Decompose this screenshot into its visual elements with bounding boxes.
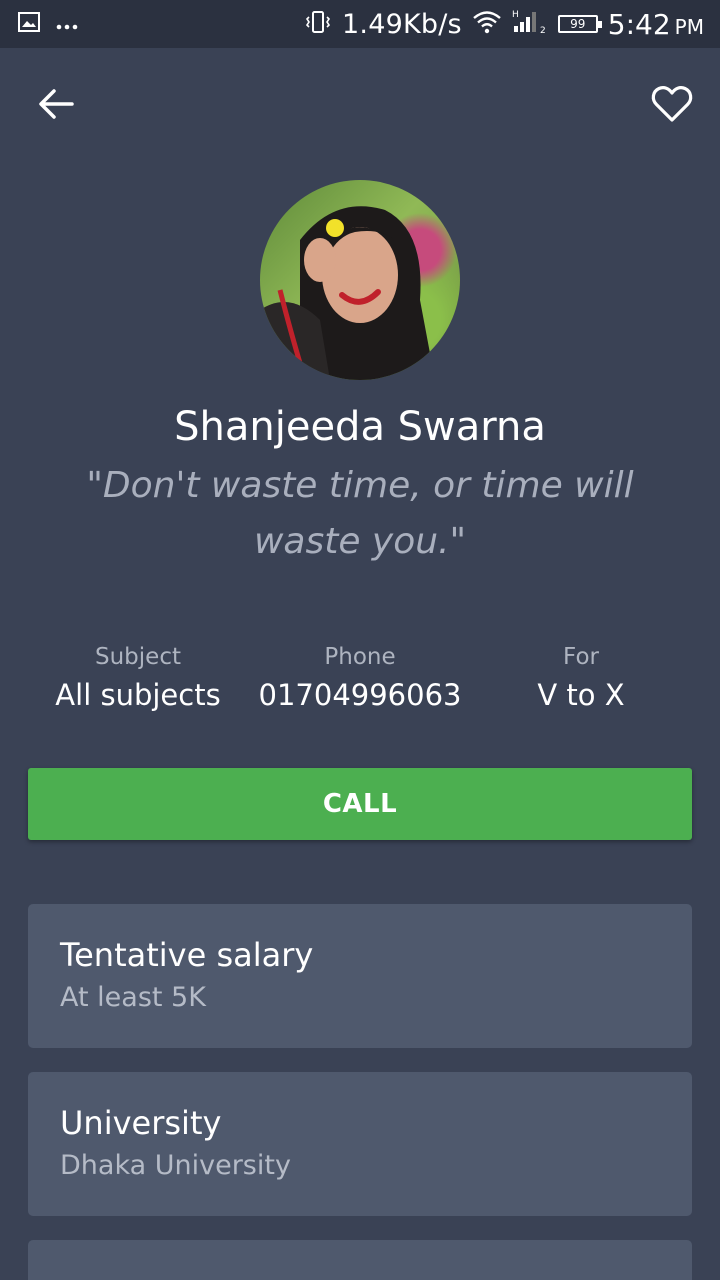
image-icon [18, 12, 40, 36]
more-dots-icon [56, 15, 78, 34]
clock-ampm: PM [674, 14, 704, 39]
card-tentative-salary: Tentative salary At least 5K [28, 904, 692, 1048]
card-partial [28, 1240, 692, 1280]
detail-subject: Subject All subjects [18, 644, 258, 712]
avatar [260, 180, 460, 380]
back-button[interactable] [32, 82, 80, 130]
card-value: At least 5K [60, 982, 206, 1013]
battery-icon: 99 [557, 15, 602, 33]
profile-name: Shanjeeda Swarna [174, 404, 546, 450]
signal-icon: H2 [512, 9, 548, 39]
svg-text:2: 2 [540, 26, 546, 35]
card-value: Dhaka University [60, 1150, 291, 1181]
profile-quote: "Don't waste time, or time will waste yo… [86, 465, 634, 562]
back-arrow-icon [38, 88, 74, 124]
vibrate-icon [304, 10, 332, 38]
detail-for: For V to X [461, 644, 701, 712]
wifi-icon [472, 10, 502, 38]
detail-for-label: For [563, 644, 599, 670]
network-speed: 1.49Kb/s [342, 8, 462, 40]
status-bar: 1.49Kb/s H2 99 5:42 PM [0, 0, 720, 48]
card-title: Tentative salary [60, 936, 314, 974]
favorite-button[interactable] [646, 80, 698, 132]
clock-time: 5:42 [607, 7, 671, 41]
detail-for-value: V to X [537, 678, 625, 712]
detail-phone-value: 01704996063 [258, 678, 462, 712]
call-button[interactable]: CALL [28, 768, 692, 840]
heart-outline-icon [651, 85, 693, 127]
clock: 5:42 PM [608, 8, 704, 41]
detail-subject-label: Subject [95, 644, 181, 670]
detail-subject-value: All subjects [55, 678, 221, 712]
card-university: University Dhaka University [28, 1072, 692, 1216]
detail-phone: Phone 01704996063 [240, 644, 480, 712]
card-title: University [60, 1104, 222, 1142]
svg-text:H: H [512, 10, 519, 20]
detail-phone-label: Phone [324, 644, 396, 670]
